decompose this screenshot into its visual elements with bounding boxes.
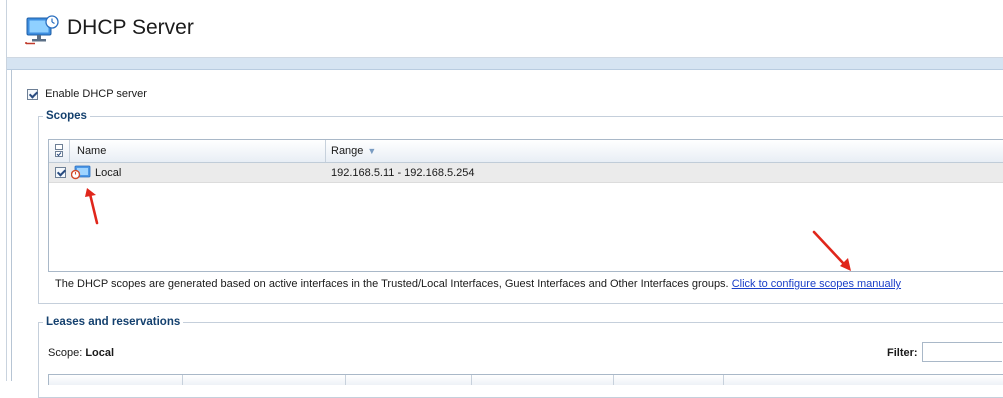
- leases-group: Leases and reservations: [38, 316, 1003, 398]
- header-band: [7, 58, 1003, 70]
- column-separator: [613, 375, 614, 385]
- network-scope-icon: [71, 165, 91, 180]
- configure-scopes-link[interactable]: Click to configure scopes manually: [732, 278, 901, 290]
- scopes-note: The DHCP scopes are generated based on a…: [55, 278, 901, 290]
- selected-scope-prefix: Scope:: [48, 347, 83, 359]
- scopes-title: Scopes: [46, 110, 87, 122]
- scopes-table-header: Name Range ▼: [49, 140, 1003, 163]
- sort-desc-icon: ▼: [367, 146, 377, 156]
- page-title: DHCP Server: [67, 16, 194, 39]
- enable-dhcp-label: Enable DHCP server: [45, 88, 147, 101]
- leases-table-header: [48, 374, 1003, 385]
- column-separator: [345, 375, 346, 385]
- column-separator: [325, 140, 326, 162]
- page-header: DHCP Server: [7, 0, 1003, 58]
- dhcp-server-icon: [25, 15, 59, 45]
- scope-range: 192.168.5.11 - 192.168.5.254: [331, 167, 475, 179]
- enable-dhcp-row[interactable]: Enable DHCP server: [27, 88, 147, 100]
- scopes-note-text: The DHCP scopes are generated based on a…: [55, 278, 729, 290]
- column-separator: [69, 140, 70, 162]
- enable-dhcp-checkbox[interactable]: [27, 88, 38, 100]
- column-separator: [723, 375, 724, 385]
- column-header-range[interactable]: Range ▼: [331, 145, 376, 157]
- column-header-range-label: Range: [331, 145, 364, 157]
- column-header-name[interactable]: Name: [77, 145, 106, 157]
- scope-name: Local: [95, 167, 122, 179]
- scope-row-checkbox[interactable]: [55, 167, 66, 178]
- leases-title: Leases and reservations: [46, 316, 181, 328]
- table-row[interactable]: Local 192.168.5.11 - 192.168.5.254: [49, 163, 1003, 183]
- filter-input[interactable]: [922, 342, 1002, 362]
- annotation-arrow-down: [812, 230, 851, 271]
- select-all-icon[interactable]: [55, 144, 64, 158]
- selected-scope-value: Local: [85, 347, 115, 359]
- annotation-arrow-up: [85, 188, 99, 225]
- selected-scope: Scope: Local: [48, 347, 114, 359]
- column-separator: [182, 375, 183, 385]
- column-separator: [471, 375, 472, 385]
- filter-label: Filter:: [887, 347, 918, 359]
